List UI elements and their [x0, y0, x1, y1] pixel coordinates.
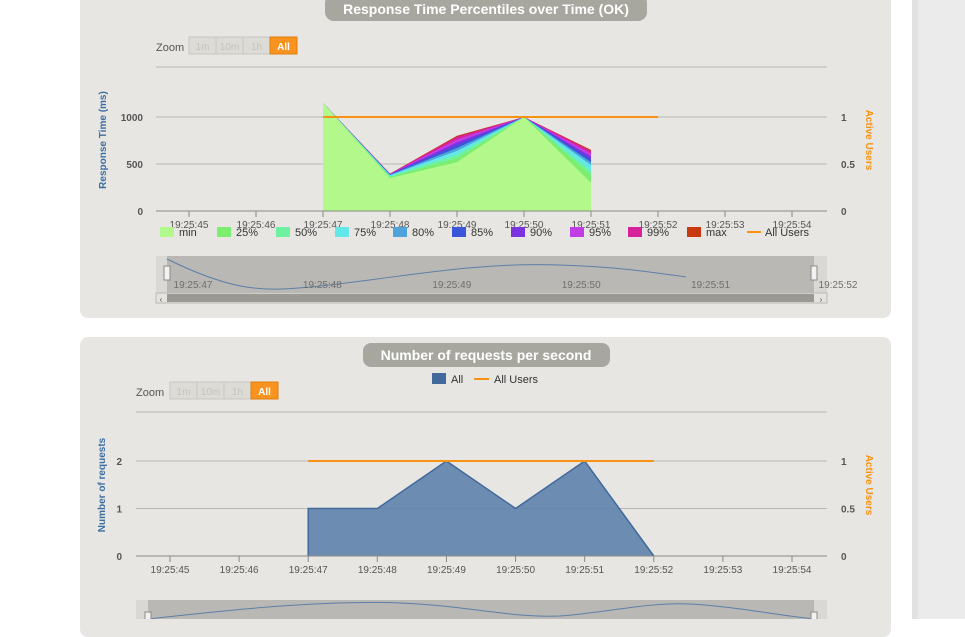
- x-tick-label: 19:25:47: [289, 565, 328, 576]
- zoom-10m-label: 10m: [201, 387, 220, 398]
- x-tick-label: 19:25:46: [220, 565, 259, 576]
- y-axis-label: Number of requests: [97, 437, 108, 532]
- legend-label-all: All: [451, 374, 463, 386]
- y2-tick-label: 0.5: [841, 505, 855, 516]
- y2-tick-label: 0: [841, 552, 847, 563]
- zoom-controls: Zoom 1m 10m 1h All: [136, 381, 279, 400]
- legend: All All Users: [432, 373, 539, 386]
- x-tick-label: 19:25:54: [773, 565, 812, 576]
- legend-item-all-users[interactable]: All Users: [474, 374, 539, 386]
- x-tick-label: 19:25:50: [496, 565, 535, 576]
- chart-title: Number of requests per second: [381, 347, 592, 363]
- x-tick-label: 19:25:45: [151, 565, 190, 576]
- requests-chart: Number of requests per second All All Us…: [97, 343, 874, 619]
- zoom-1h-button[interactable]: 1h: [223, 381, 252, 400]
- x-tick-label: 19:25:53: [703, 565, 742, 576]
- y2-tick-label: 1: [841, 457, 847, 468]
- zoom-all-button[interactable]: All: [250, 381, 279, 400]
- x-tick-label: 19:25:49: [427, 565, 466, 576]
- zoom-all-label: All: [258, 387, 271, 398]
- title-group: Number of requests per second: [363, 343, 610, 367]
- zoom-label: Zoom: [136, 387, 164, 399]
- requests-area: [307, 459, 655, 557]
- navigator-handle-right[interactable]: [810, 611, 818, 619]
- navigator-selection: [148, 600, 814, 619]
- y-tick-label: 0: [116, 552, 122, 563]
- zoom-10m-button[interactable]: 10m: [196, 381, 225, 400]
- x-tick-label: 19:25:51: [565, 565, 604, 576]
- navigator[interactable]: [136, 600, 827, 619]
- y-tick-label: 2: [116, 457, 122, 468]
- zoom-1m-button[interactable]: 1m: [169, 381, 198, 400]
- y-tick-label: 1: [116, 505, 122, 516]
- x-tick-label: 19:25:52: [634, 565, 673, 576]
- zoom-1h-label: 1h: [232, 387, 243, 398]
- legend-label-all-users: All Users: [494, 374, 539, 386]
- y2-axis-label: Active Users: [863, 455, 874, 516]
- legend-item-all[interactable]: All: [432, 373, 463, 386]
- zoom-1m-label: 1m: [177, 387, 191, 398]
- navigator-handle-left[interactable]: [144, 611, 152, 619]
- x-tick-label: 19:25:48: [358, 565, 397, 576]
